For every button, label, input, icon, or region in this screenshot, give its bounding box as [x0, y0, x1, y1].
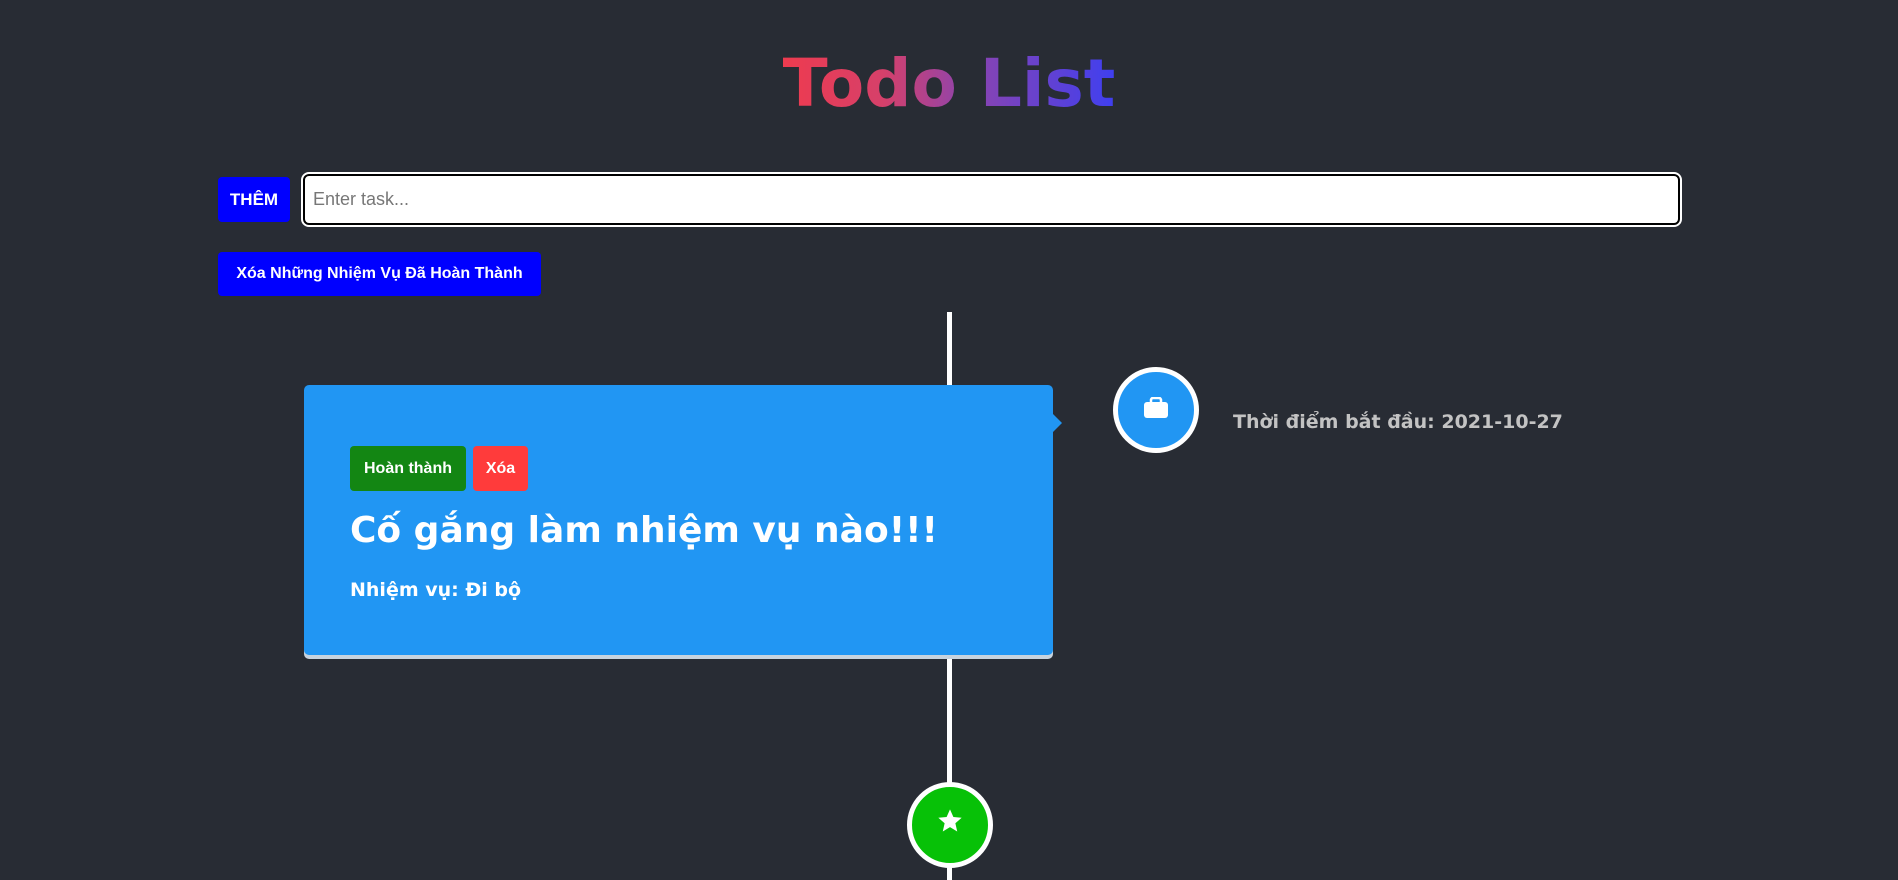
- star-icon: [936, 807, 964, 843]
- add-task-button[interactable]: THÊM: [218, 177, 290, 222]
- task-input[interactable]: [301, 172, 1682, 227]
- task-card: Hoàn thành Xóa Cố gắng làm nhiệm vụ nào!…: [304, 385, 1053, 655]
- task-start-date: Thời điểm bắt đầu: 2021-10-27: [1233, 411, 1563, 433]
- timeline-node: [1113, 367, 1199, 453]
- page-title: Todo List: [0, 44, 1898, 124]
- delete-button[interactable]: Xóa: [473, 446, 528, 491]
- task-description: Nhiệm vụ: Đi bộ: [350, 579, 522, 601]
- task-heading: Cố gắng làm nhiệm vụ nào!!!: [350, 510, 938, 551]
- page-title-text: Todo List: [782, 45, 1116, 122]
- card-pointer: [1053, 414, 1062, 432]
- complete-button[interactable]: Hoàn thành: [350, 446, 466, 491]
- timeline-end-node: [907, 782, 993, 868]
- briefcase-icon: [1143, 396, 1169, 423]
- clear-completed-button[interactable]: Xóa Những Nhiệm Vụ Đã Hoàn Thành: [218, 252, 541, 296]
